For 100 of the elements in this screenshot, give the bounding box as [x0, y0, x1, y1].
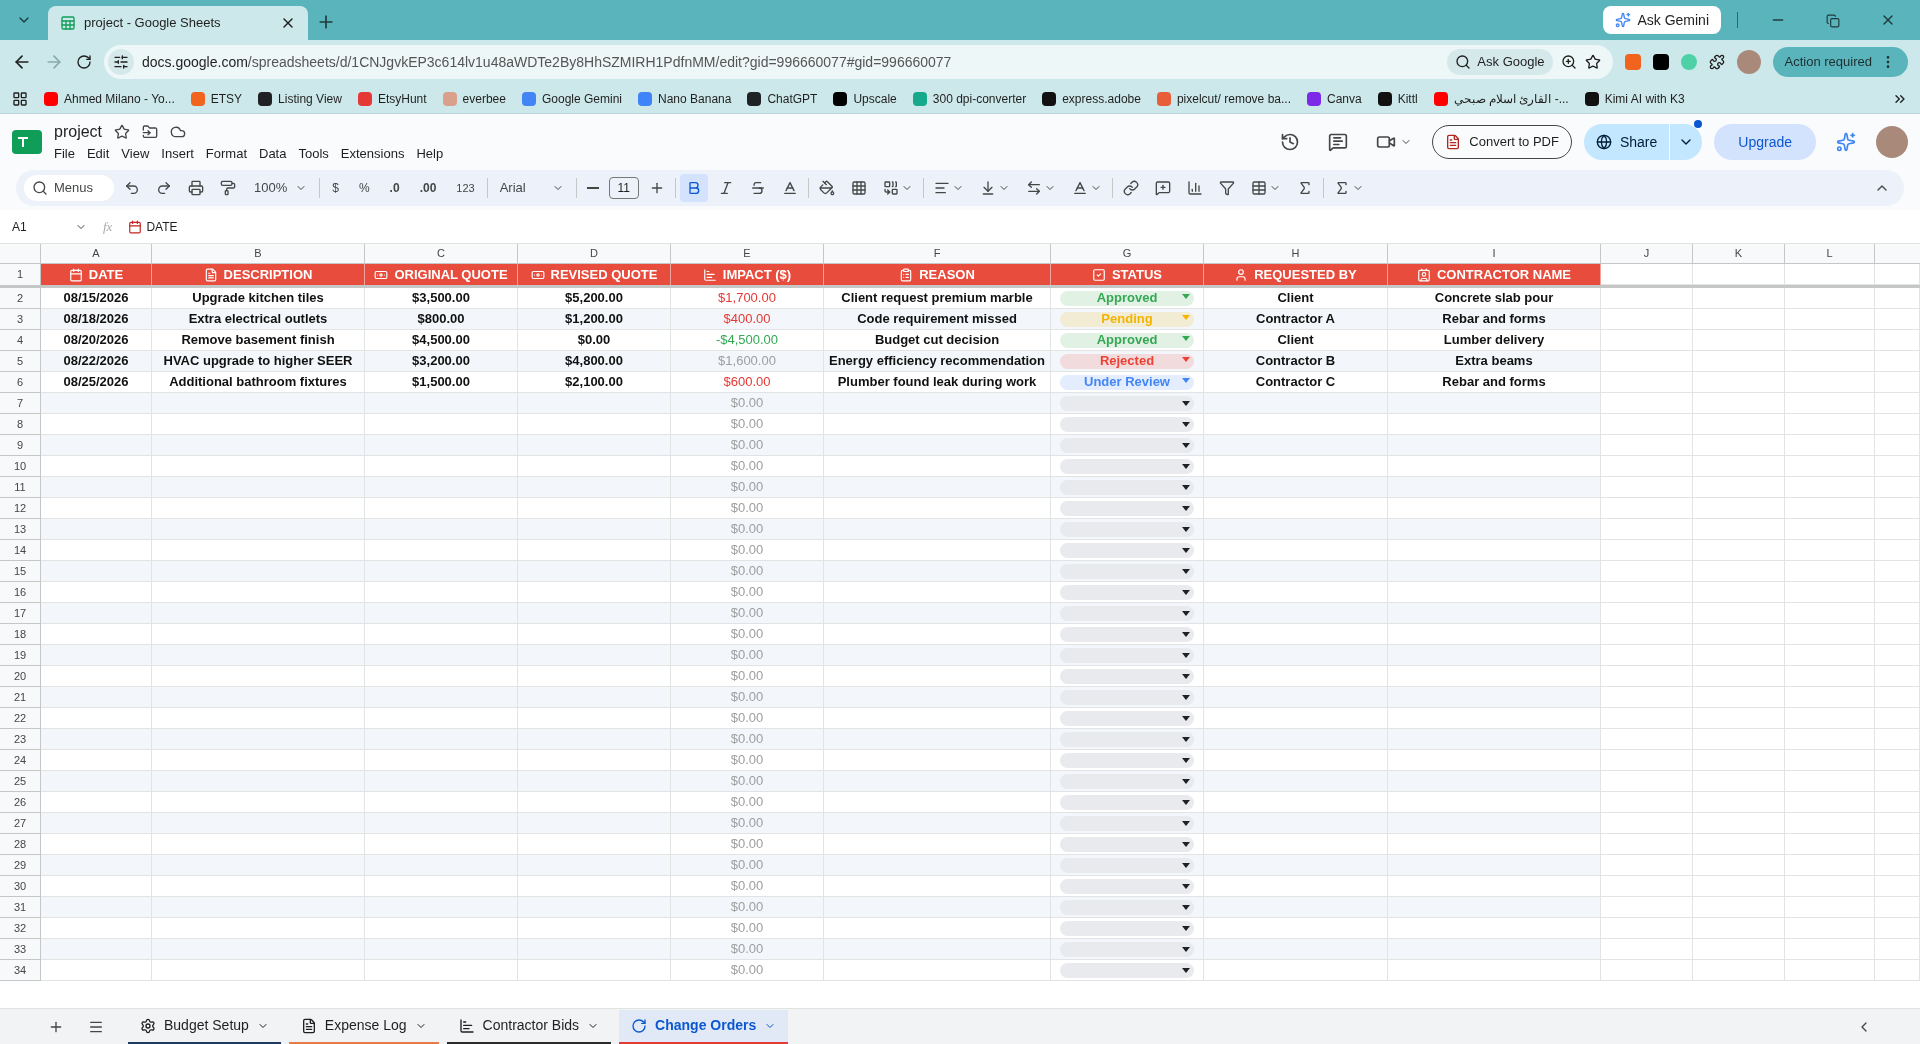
increase-decimal-button[interactable]: .00 [411, 179, 445, 197]
row-number[interactable]: 4 [0, 330, 41, 351]
row-number[interactable]: 31 [0, 897, 41, 918]
row-number[interactable]: 34 [0, 960, 41, 981]
bookmark-link[interactable]: Canva [1327, 89, 1362, 108]
ask-gemini-button[interactable]: Ask Gemini [1603, 6, 1721, 34]
formula-field[interactable]: DATE [128, 217, 178, 236]
menu-item[interactable]: Data [259, 144, 287, 164]
bookmark-link[interactable]: EtsyHunt [377, 89, 427, 108]
sheet-tab[interactable]: Change Orders [619, 1009, 789, 1044]
profile-avatar[interactable] [1736, 50, 1761, 74]
row-number[interactable]: 5 [0, 351, 41, 372]
column-header[interactable]: A [41, 244, 152, 264]
row-number[interactable]: 10 [0, 456, 41, 477]
upgrade-button[interactable]: Upgrade [1714, 124, 1816, 160]
row-number[interactable]: 24 [0, 750, 41, 771]
row-number[interactable]: 23 [0, 729, 41, 750]
row-number[interactable]: 33 [0, 939, 41, 960]
column-header[interactable]: C [365, 244, 518, 264]
row-number[interactable]: 3 [0, 309, 41, 330]
row-number[interactable]: 7 [0, 393, 41, 414]
restore-icon[interactable] [1826, 14, 1840, 28]
row-number[interactable]: 13 [0, 519, 41, 540]
font-size-field[interactable]: 11 [608, 177, 639, 199]
gemini-icon[interactable] [1836, 132, 1856, 152]
row-number[interactable]: 8 [0, 414, 41, 435]
row-number[interactable]: 19 [0, 645, 41, 666]
history-icon[interactable] [1280, 132, 1301, 152]
bookmark-star-icon[interactable] [1584, 54, 1601, 70]
row-number[interactable]: 11 [0, 477, 41, 498]
row-number[interactable]: 25 [0, 771, 41, 792]
row-number[interactable]: 27 [0, 813, 41, 834]
sheets-logo-icon[interactable] [12, 130, 42, 154]
bookmark-link[interactable]: 300 dpi-converter [932, 89, 1027, 108]
bold-button[interactable] [679, 174, 708, 202]
column-header[interactable]: H [1204, 244, 1388, 264]
row-number[interactable]: 15 [0, 561, 41, 582]
row-number[interactable]: 26 [0, 792, 41, 813]
bookmark-link[interactable]: pixelcut/ remove ba... [1176, 89, 1291, 108]
menu-item[interactable]: File [54, 144, 75, 164]
bookmark-link[interactable]: القارئ اسلام صبحي -... [1453, 89, 1569, 108]
extensions-icon[interactable] [1708, 54, 1725, 70]
column-header[interactable]: J [1601, 244, 1693, 264]
sheet-tab[interactable]: Contractor Bids [446, 1009, 612, 1044]
menus-search[interactable]: Menus [24, 175, 114, 201]
row-number[interactable]: 12 [0, 498, 41, 519]
row-number[interactable]: 9 [0, 435, 41, 456]
bookmark-link[interactable]: Ahmed Milano - Yo... [64, 89, 175, 108]
row-number[interactable]: 16 [0, 582, 41, 603]
browser-tab[interactable]: project - Google Sheets [48, 6, 308, 40]
decrease-decimal-button[interactable]: .0 [381, 179, 408, 197]
bookmark-link[interactable]: ETSY [210, 89, 243, 108]
address-bar[interactable]: docs.google.com/spreadsheets/d/1CNJgvkEP3c614lv1u48aWDTe2By8HhSZMIRH1PdfnMM/edit?gid=996660077#gid=996660077 Ask Google [104, 45, 1613, 79]
menu-item[interactable]: View [121, 144, 150, 164]
profile-avatar[interactable] [1876, 126, 1908, 158]
comment-icon[interactable] [1328, 132, 1349, 152]
row-number[interactable]: 29 [0, 855, 41, 876]
bookmark-link[interactable]: Upscale [853, 89, 897, 108]
menu-item[interactable]: Format [205, 144, 247, 164]
bookmark-link[interactable]: everbee [462, 89, 506, 108]
zoom-icon[interactable] [1560, 54, 1577, 70]
column-header[interactable]: G [1051, 244, 1204, 264]
bookmark-link[interactable]: Listing View [278, 89, 342, 108]
column-header[interactable]: F [824, 244, 1051, 264]
name-box[interactable]: A1 [12, 217, 87, 236]
column-header[interactable]: E [671, 244, 824, 264]
row-number[interactable]: 1 [0, 264, 41, 285]
number-format-button[interactable]: 123 [448, 179, 483, 197]
row-number[interactable]: 14 [0, 540, 41, 561]
menu-item[interactable]: Edit [86, 144, 110, 164]
menu-item[interactable]: Insert [161, 144, 194, 164]
column-header[interactable]: D [518, 244, 671, 264]
reload-icon[interactable] [76, 54, 92, 70]
action-required-button[interactable]: Action required [1772, 47, 1908, 77]
menu-item[interactable]: Help [416, 144, 444, 164]
font-select[interactable]: Arial [491, 178, 572, 198]
row-number[interactable]: 30 [0, 876, 41, 897]
row-number[interactable]: 17 [0, 603, 41, 624]
bookmark-link[interactable]: Google Gemini [541, 89, 622, 108]
row-number[interactable]: 20 [0, 666, 41, 687]
zoom-select[interactable]: 100% [246, 178, 316, 198]
row-number[interactable]: 22 [0, 708, 41, 729]
bookmark-link[interactable]: ChatGPT [767, 89, 818, 108]
row-number[interactable]: 32 [0, 918, 41, 939]
ask-google-button[interactable]: Ask Google [1447, 49, 1553, 75]
row-number[interactable]: 18 [0, 624, 41, 645]
row-number[interactable]: 28 [0, 834, 41, 855]
bookmark-link[interactable]: express.adobe [1062, 89, 1141, 108]
apps-icon[interactable] [12, 90, 28, 107]
column-header[interactable]: K [1693, 244, 1785, 264]
document-title[interactable]: project [54, 120, 103, 145]
column-header[interactable]: B [152, 244, 365, 264]
column-header[interactable]: L [1785, 244, 1875, 264]
row-number[interactable]: 21 [0, 687, 41, 708]
row-number[interactable]: 2 [0, 288, 41, 309]
currency-button[interactable]: $ [324, 179, 347, 197]
row-number[interactable]: 6 [0, 372, 41, 393]
bookmark-link[interactable]: Kimi AI with K3 [1604, 89, 1685, 108]
bookmark-link[interactable]: Nano Banana [658, 89, 732, 108]
star-icon[interactable] [114, 124, 131, 141]
